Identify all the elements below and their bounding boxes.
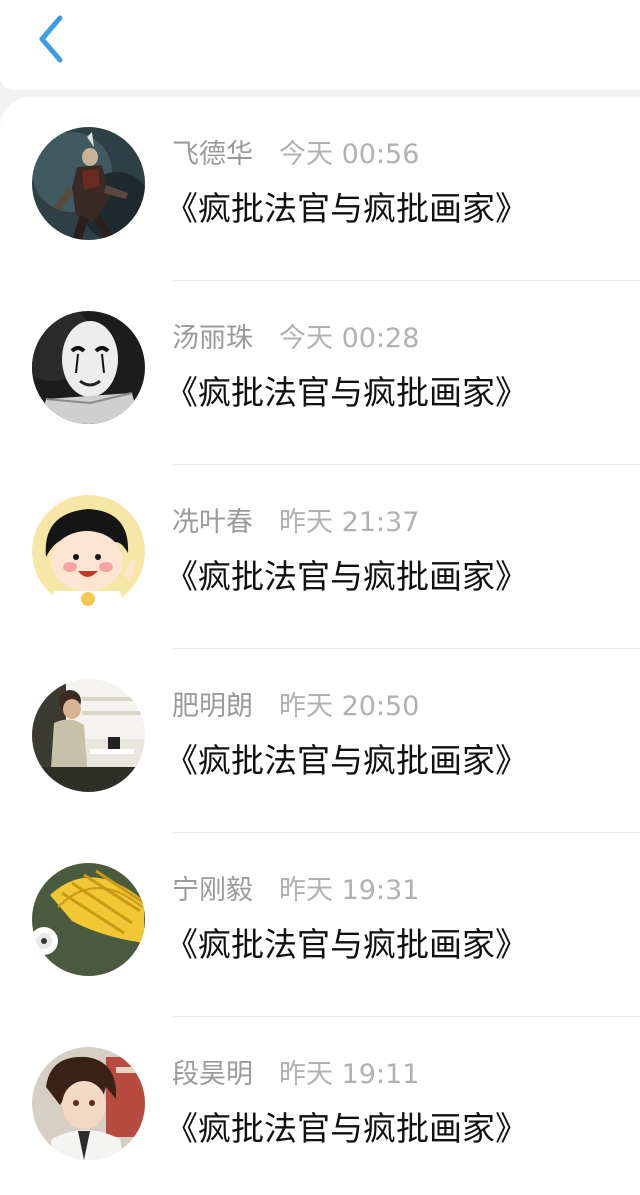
timestamp: 今天 00:56 [279,139,420,170]
work-title: 《疯批法官与疯批画家》 [165,189,528,228]
list-item[interactable]: 飞德华 今天 00:56 《疯批法官与疯批画家》 [0,97,640,281]
top-bar [0,0,640,90]
comment-meta: 肥明朗 昨天 20:50 [172,689,419,725]
work-title: 《疯批法官与疯批画家》 [165,1109,528,1148]
work-title: 《疯批法官与疯批画家》 [165,925,528,964]
user-name: 汤丽珠 [172,323,253,354]
timestamp: 今天 00:28 [279,323,420,354]
list-item[interactable]: 段昊明 昨天 19:11 《疯批法官与疯批画家》 [0,1017,640,1195]
list-item[interactable]: 宁刚毅 昨天 19:31 《疯批法官与疯批画家》 [0,833,640,1017]
work-title: 《疯批法官与疯批画家》 [165,373,528,412]
list-item[interactable]: 肥明朗 昨天 20:50 《疯批法官与疯批画家》 [0,649,640,833]
user-name: 冼叶春 [172,507,253,538]
comment-meta: 段昊明 昨天 19:11 [172,1057,419,1093]
list-item[interactable]: 冼叶春 昨天 21:37 《疯批法官与疯批画家》 [0,465,640,649]
comment-meta: 冼叶春 昨天 21:37 [172,505,419,541]
comment-meta: 飞德华 今天 00:56 [172,137,419,173]
avatar[interactable] [32,1047,145,1160]
user-name: 宁刚毅 [172,875,253,906]
work-title: 《疯批法官与疯批画家》 [165,741,528,780]
avatar[interactable] [32,679,145,792]
list-item[interactable]: 汤丽珠 今天 00:28 《疯批法官与疯批画家》 [0,281,640,465]
user-name: 段昊明 [172,1059,253,1090]
avatar[interactable] [32,863,145,976]
user-name: 肥明朗 [172,691,253,722]
comment-meta: 汤丽珠 今天 00:28 [172,321,419,357]
back-button[interactable] [30,12,80,68]
user-name: 飞德华 [172,139,253,170]
timestamp: 昨天 19:11 [279,1059,420,1090]
work-title: 《疯批法官与疯批画家》 [165,557,528,596]
comment-list: 飞德华 今天 00:56 《疯批法官与疯批画家》 汤丽珠 今天 00:28 《疯批法… [0,97,640,1195]
timestamp: 昨天 19:31 [279,875,420,906]
avatar[interactable] [32,127,145,240]
timestamp: 昨天 20:50 [279,691,420,722]
avatar[interactable] [32,311,145,424]
chevron-left-icon [39,15,63,63]
timestamp: 昨天 21:37 [279,507,420,538]
comment-meta: 宁刚毅 昨天 19:31 [172,873,419,909]
avatar[interactable] [32,495,145,608]
